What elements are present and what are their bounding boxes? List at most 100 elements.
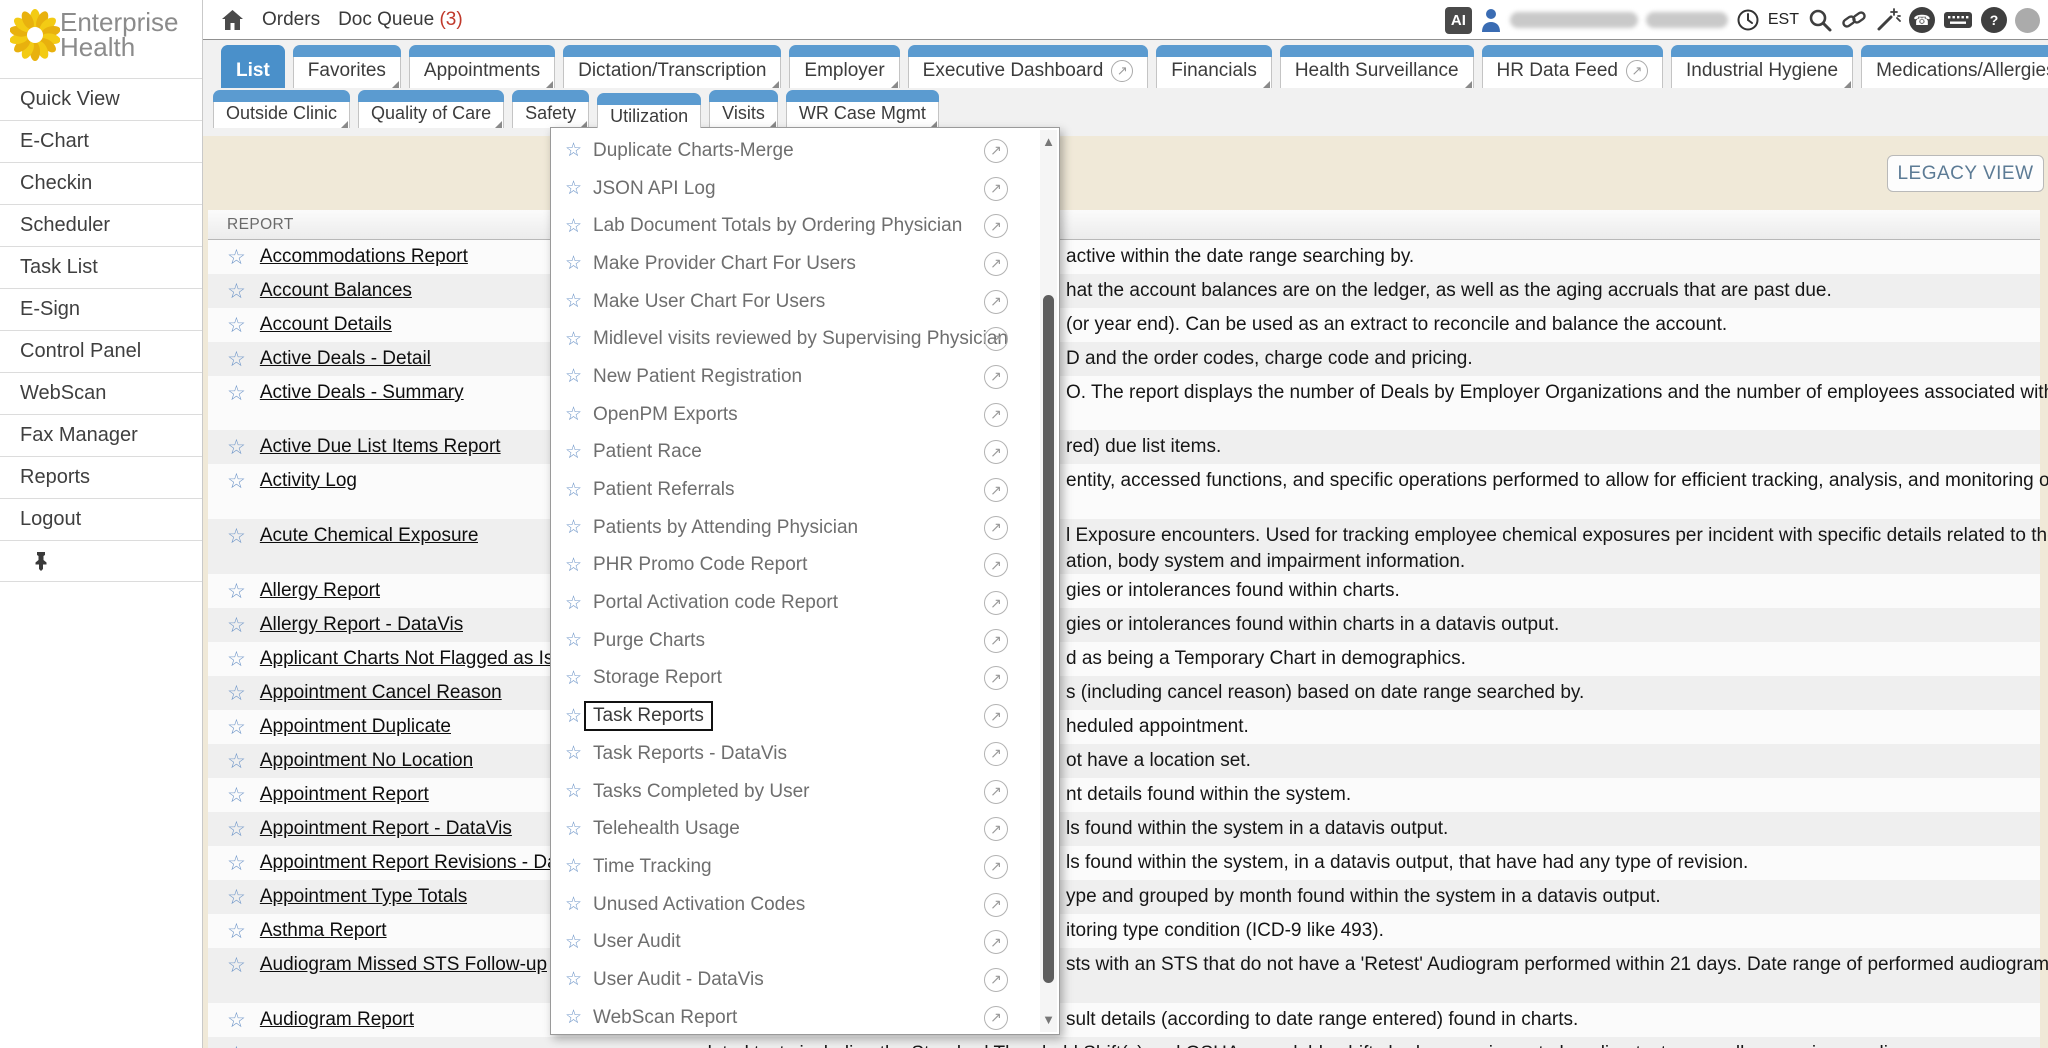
menu-item-unused-activation-codes[interactable]: ☆Unused Activation Codes↗	[551, 886, 1039, 924]
scroll-down-arrow[interactable]: ▼	[1040, 1010, 1057, 1030]
favorite-star-icon[interactable]: ☆	[227, 347, 246, 372]
menu-item-tasks-completed-by-user[interactable]: ☆Tasks Completed by User↗	[551, 773, 1039, 811]
favorite-star-icon[interactable]: ☆	[227, 783, 246, 808]
sidebar-item-fax-manager[interactable]: Fax Manager	[0, 414, 202, 456]
open-in-new-icon[interactable]: ↗	[984, 742, 1008, 766]
menu-item-patient-race[interactable]: ☆Patient Race↗	[551, 434, 1039, 472]
favorite-star-icon[interactable]: ☆	[227, 715, 246, 740]
open-in-new-icon[interactable]: ↗	[984, 893, 1008, 917]
report-link-appointment-type-totals[interactable]: Appointment Type Totals	[260, 886, 467, 908]
open-in-new-icon[interactable]: ↗	[984, 855, 1008, 879]
favorite-star-icon[interactable]: ☆	[565, 328, 593, 351]
report-link-activity-log[interactable]: Activity Log	[260, 470, 357, 492]
report-link-allergy-report[interactable]: Allergy Report	[260, 580, 380, 602]
open-in-new-icon[interactable]: ↗	[984, 591, 1008, 615]
favorite-star-icon[interactable]: ☆	[565, 667, 593, 690]
favorite-star-icon[interactable]: ☆	[227, 245, 246, 270]
report-link-active-deals-summary[interactable]: Active Deals - Summary	[260, 382, 464, 404]
open-in-new-icon[interactable]: ↗	[1626, 60, 1648, 82]
menu-item-new-patient-registration[interactable]: ☆New Patient Registration↗	[551, 358, 1039, 396]
open-in-new-icon[interactable]: ↗	[984, 629, 1008, 653]
favorite-star-icon[interactable]: ☆	[565, 479, 593, 502]
report-link-appointment-cancel-reason[interactable]: Appointment Cancel Reason	[260, 682, 502, 704]
open-in-new-icon[interactable]: ↗	[984, 780, 1008, 804]
favorite-star-icon[interactable]: ☆	[565, 818, 593, 841]
favorite-star-icon[interactable]: ☆	[565, 139, 593, 162]
report-link-active-due-list-items-report[interactable]: Active Due List Items Report	[260, 436, 501, 458]
link-icon[interactable]	[1841, 7, 1867, 33]
open-in-new-icon[interactable]: ↗	[984, 177, 1008, 201]
tab-hr-data-feed[interactable]: HR Data Feed↗	[1482, 45, 1663, 88]
favorite-star-icon[interactable]: ☆	[227, 647, 246, 672]
favorite-star-icon[interactable]: ☆	[227, 435, 246, 460]
open-in-new-icon[interactable]: ↗	[984, 516, 1008, 540]
keyboard-icon[interactable]	[1943, 9, 1973, 31]
sidebar-item-reports[interactable]: Reports	[0, 456, 202, 498]
report-link-appointment-no-location[interactable]: Appointment No Location	[260, 750, 473, 772]
favorite-star-icon[interactable]: ☆	[227, 313, 246, 338]
favorite-star-icon[interactable]: ☆	[565, 516, 593, 539]
ai-badge[interactable]: AI	[1445, 7, 1472, 34]
menu-item-portal-activation-code-report[interactable]: ☆Portal Activation code Report↗	[551, 584, 1039, 622]
favorite-star-icon[interactable]: ☆	[227, 469, 246, 494]
favorite-star-icon[interactable]: ☆	[227, 1042, 246, 1048]
favorite-star-icon[interactable]: ☆	[565, 441, 593, 464]
report-link-accommodations-report[interactable]: Accommodations Report	[260, 246, 468, 268]
favorite-star-icon[interactable]: ☆	[565, 365, 593, 388]
menu-item-time-tracking[interactable]: ☆Time Tracking↗	[551, 848, 1039, 886]
menu-item-patients-by-attending-physician[interactable]: ☆Patients by Attending Physician↗	[551, 509, 1039, 547]
sidebar-item-control-panel[interactable]: Control Panel	[0, 330, 202, 372]
scroll-up-arrow[interactable]: ▲	[1040, 132, 1057, 152]
favorite-star-icon[interactable]: ☆	[227, 885, 246, 910]
open-in-new-icon[interactable]: ↗	[984, 930, 1008, 954]
favorite-star-icon[interactable]: ☆	[565, 1006, 593, 1029]
breadcrumb-doc-queue[interactable]: Doc Queue (3)	[338, 9, 463, 31]
favorite-star-icon[interactable]: ☆	[227, 681, 246, 706]
favorite-star-icon[interactable]: ☆	[227, 919, 246, 944]
menu-item-patient-referrals[interactable]: ☆Patient Referrals↗	[551, 471, 1039, 509]
tab-medications-allergies-scripts[interactable]: Medications/Allergies/Scripts	[1861, 45, 2048, 88]
tab-executive-dashboard[interactable]: Executive Dashboard↗	[908, 45, 1149, 88]
tab-favorites[interactable]: Favorites	[293, 45, 401, 88]
report-link-active-deals-detail[interactable]: Active Deals - Detail	[260, 348, 431, 370]
menu-item-phr-promo-code-report[interactable]: ☆PHR Promo Code Report↗	[551, 547, 1039, 585]
help-icon[interactable]: ?	[1981, 7, 2007, 33]
report-link-allergy-report-datavis[interactable]: Allergy Report - DataVis	[260, 614, 463, 636]
menu-item-user-audit[interactable]: ☆User Audit↗	[551, 923, 1039, 961]
sidebar-item-webscan[interactable]: WebScan	[0, 372, 202, 414]
report-link-audiogram-report[interactable]: Audiogram Report	[260, 1009, 414, 1031]
tab-list[interactable]: List	[221, 45, 285, 88]
report-link-appointment-report-revisions-dat[interactable]: Appointment Report Revisions - Dat	[260, 852, 563, 874]
favorite-star-icon[interactable]: ☆	[565, 855, 593, 878]
report-link-account-details[interactable]: Account Details	[260, 314, 392, 336]
open-in-new-icon[interactable]: ↗	[984, 139, 1008, 163]
menu-item-midlevel-visits-reviewed-by-supervising-physician[interactable]: ☆Midlevel visits reviewed by Supervising…	[551, 320, 1039, 358]
sidebar-item-checkin[interactable]: Checkin	[0, 162, 202, 204]
report-link-account-balances[interactable]: Account Balances	[260, 280, 412, 302]
menu-item-purge-charts[interactable]: ☆Purge Charts↗	[551, 622, 1039, 660]
open-in-new-icon[interactable]: ↗	[984, 817, 1008, 841]
sidebar-item-e-sign[interactable]: E-Sign	[0, 288, 202, 330]
open-in-new-icon[interactable]: ↗	[984, 666, 1008, 690]
menu-item-storage-report[interactable]: ☆Storage Report↗	[551, 660, 1039, 698]
menu-item-task-reports-datavis[interactable]: ☆Task Reports - DataVis↗	[551, 735, 1039, 773]
menu-item-make-user-chart-for-users[interactable]: ☆Make User Chart For Users↗	[551, 283, 1039, 321]
tab-visits[interactable]: Visits	[709, 90, 778, 128]
favorite-star-icon[interactable]: ☆	[565, 968, 593, 991]
open-in-new-icon[interactable]: ↗	[984, 478, 1008, 502]
menu-item-make-provider-chart-for-users[interactable]: ☆Make Provider Chart For Users↗	[551, 245, 1039, 283]
tab-industrial-hygiene[interactable]: Industrial Hygiene	[1671, 45, 1853, 88]
open-in-new-icon[interactable]: ↗	[984, 252, 1008, 276]
favorite-star-icon[interactable]: ☆	[565, 403, 593, 426]
favorite-star-icon[interactable]: ☆	[227, 953, 246, 978]
report-link-asthma-report[interactable]: Asthma Report	[260, 920, 387, 942]
open-in-new-icon[interactable]: ↗	[984, 214, 1008, 238]
menu-item-task-reports[interactable]: ☆Task Reports↗	[551, 697, 1039, 735]
sidebar-item-logout[interactable]: Logout	[0, 498, 202, 540]
tab-wr-case-mgmt[interactable]: WR Case Mgmt	[786, 90, 939, 128]
favorite-star-icon[interactable]: ☆	[565, 893, 593, 916]
sidebar-item-e-chart[interactable]: E-Chart	[0, 120, 202, 162]
open-in-new-icon[interactable]: ↗	[984, 704, 1008, 728]
favorite-star-icon[interactable]: ☆	[565, 252, 593, 275]
favorite-star-icon[interactable]: ☆	[227, 851, 246, 876]
